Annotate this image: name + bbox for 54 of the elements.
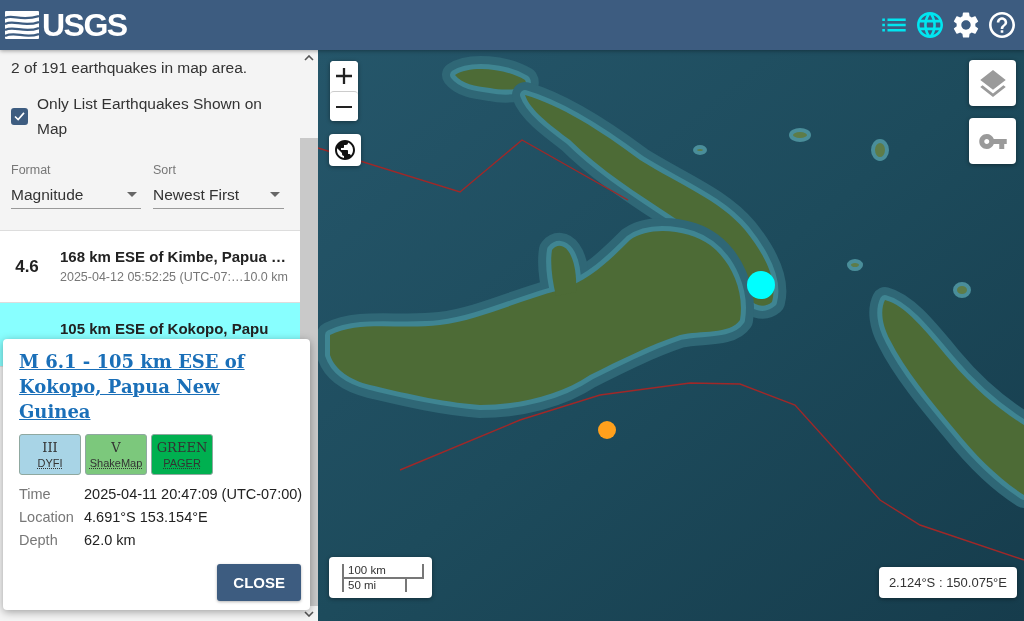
detail-label: Depth [19, 531, 58, 550]
checkbox[interactable] [11, 107, 28, 125]
settings-button[interactable] [952, 11, 980, 39]
islet-shape [693, 145, 707, 155]
magnitude-text: 4.6 [14, 256, 40, 277]
wave-logo-icon[interactable] [5, 11, 39, 39]
coordinates-readout: 2.124°S : 150.075°E [878, 567, 1017, 598]
help-button[interactable] [988, 11, 1016, 39]
detail-label: Location [19, 508, 74, 527]
earthquake-list-item[interactable]: 4.6 168 km ESE of Kimbe, Papua … 2025-04-12 05:52:25 (UTC-07:…10.0 km [0, 231, 300, 303]
earthquake-title: 168 km ESE of Kimbe, Papua … [60, 247, 285, 266]
plus-icon [336, 68, 352, 84]
scale-line: 100 km [342, 564, 424, 579]
chevron-down-icon[interactable] [304, 611, 314, 617]
detail-label: Time [19, 485, 51, 504]
earthquake-title: 105 km ESE of Kokopo, Papu [60, 319, 270, 338]
chevron-up-icon[interactable] [304, 55, 314, 61]
help-icon [989, 12, 1015, 38]
detail-value: 2025-04-11 20:47:09 (UTC-07:00) [84, 485, 303, 504]
islet-shape [953, 282, 971, 298]
settings-icon [953, 12, 979, 38]
caret-icon [270, 192, 280, 197]
logo-text[interactable]: USGS [42, 7, 127, 43]
format-dropdown[interactable]: Magnitude [11, 184, 141, 209]
sort-label: Sort [153, 162, 176, 178]
summary-text: 2 of 191 earthquakes in map area. [10, 58, 249, 78]
globe-icon [335, 140, 355, 160]
detail-value: 62.0 km [84, 531, 136, 550]
format-label: Format [11, 162, 51, 178]
islet-shape [789, 128, 811, 142]
minus-icon [336, 105, 352, 108]
islet-shape [871, 139, 889, 161]
layers-button[interactable] [969, 60, 1016, 106]
key-icon [978, 133, 1007, 149]
zoom-in-button[interactable] [330, 61, 358, 91]
caret-icon [127, 192, 137, 197]
globe-view-button[interactable] [329, 134, 361, 166]
close-button[interactable]: CLOSE [217, 564, 301, 601]
globe-icon [917, 12, 943, 38]
earthquake-time: 2025-04-12 05:52:25 (UTC-07:… [60, 269, 244, 285]
impact-badge[interactable]: III DYFI [19, 434, 81, 475]
islet-shape [847, 259, 863, 271]
impact-badge[interactable]: V ShakeMap [85, 434, 147, 475]
sort-dropdown[interactable]: Newest First [153, 184, 284, 209]
checkbox-label[interactable]: Only List Earthquakes Shown on Map [37, 91, 287, 141]
layers-icon [979, 69, 1006, 97]
map-view-button[interactable] [916, 11, 944, 39]
checkmark-icon [14, 111, 25, 121]
earthquake-depth: 10.0 km [243, 269, 288, 285]
zoom-out-button[interactable] [330, 91, 358, 121]
scale-line: 50 mi [342, 577, 407, 592]
detail-value: 4.691°S 153.154°E [84, 508, 208, 527]
legend-button[interactable] [969, 118, 1016, 164]
impact-badge[interactable]: GREEN PAGER [151, 434, 213, 475]
